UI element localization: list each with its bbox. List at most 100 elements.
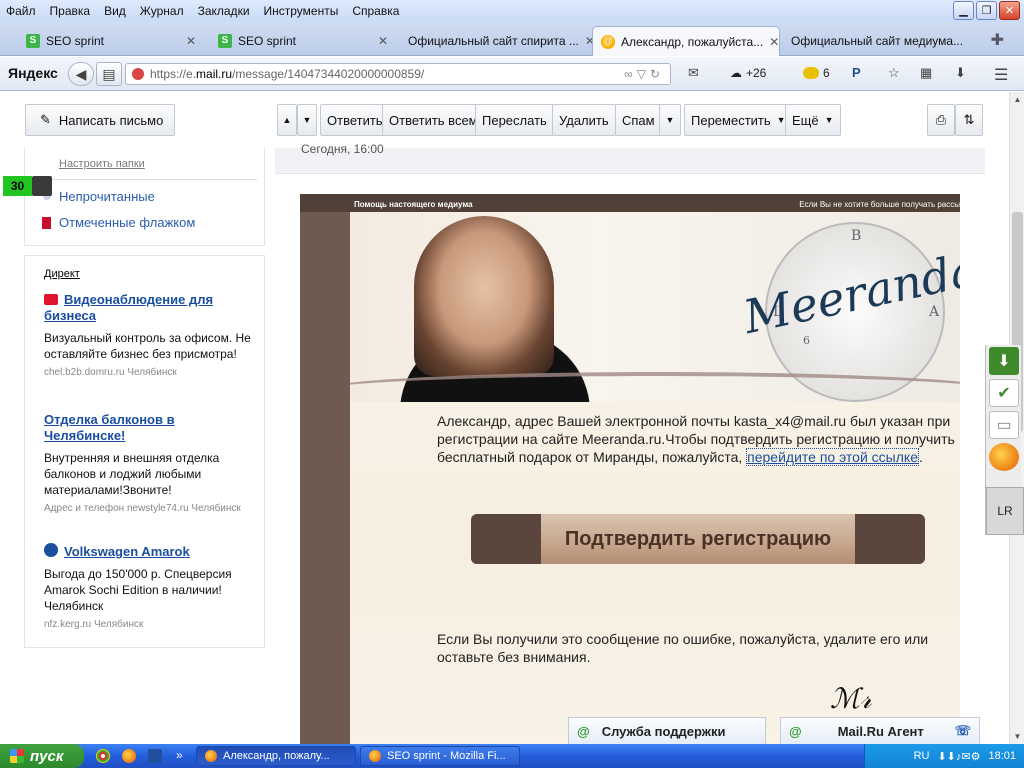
bookmarks-list-icon[interactable]: ▦ bbox=[920, 65, 932, 81]
tab-close-icon[interactable]: ✕ bbox=[769, 35, 779, 49]
maximize-icon[interactable]: ❐ bbox=[976, 1, 997, 20]
notification-icon bbox=[803, 67, 819, 79]
confirm-link[interactable]: перейдите по этой ссылке bbox=[746, 448, 919, 466]
minimize-icon[interactable]: ▁ bbox=[953, 1, 974, 20]
tab-seo-sprint-1[interactable]: S SEO sprint ✕ bbox=[18, 26, 204, 56]
address-bar[interactable]: https://e. mail.ru/message/14047344020000… bbox=[125, 63, 671, 85]
tab-label: Официальный сайт спирита ... bbox=[408, 34, 579, 48]
tab-label: Официальный сайт медиума... bbox=[791, 34, 964, 48]
tab-close-icon[interactable]: ✕ bbox=[378, 34, 388, 48]
more-label: Ещё bbox=[792, 112, 819, 128]
ad-item[interactable]: Volkswagen Amarok Выгода до 150'000 р. С… bbox=[44, 543, 254, 631]
firefox-small-icon[interactable] bbox=[32, 176, 52, 196]
menu-view[interactable]: Вид bbox=[104, 4, 126, 18]
menu-file[interactable]: Файл bbox=[6, 4, 36, 18]
menu-history[interactable]: Журнал bbox=[140, 4, 184, 18]
downloads-icon[interactable]: ⬇ bbox=[955, 65, 966, 81]
next-message-button[interactable]: ▼ bbox=[297, 104, 317, 136]
mail-notify-icon[interactable]: ✉ bbox=[688, 65, 699, 81]
unsubscribe-link[interactable]: Если Вы не хотите больше получать рассы bbox=[799, 200, 960, 209]
task-mail-window[interactable]: Александр, пожалу... bbox=[196, 746, 356, 766]
new-tab-icon[interactable]: ✚ bbox=[991, 30, 1004, 50]
weather-widget[interactable]: ☁ +26 bbox=[730, 66, 766, 80]
swap-view-button[interactable]: ⇅ bbox=[955, 104, 983, 136]
ad-title-text: Видеонаблюдение для бизнеса bbox=[44, 292, 214, 323]
tab-close-icon[interactable]: ✕ bbox=[186, 34, 196, 48]
scroll-down-icon[interactable]: ▼ bbox=[1010, 729, 1024, 744]
letter-banner: B L A 6 Meeranda bbox=[350, 212, 960, 402]
ad-source[interactable]: nfz.kerg.ru Челябинск bbox=[44, 618, 254, 631]
menu-bookmarks[interactable]: Закладки bbox=[198, 4, 250, 18]
save-disk-icon[interactable] bbox=[148, 749, 162, 763]
firefox-icon[interactable] bbox=[989, 443, 1019, 471]
direct-header[interactable]: Директ bbox=[44, 268, 80, 280]
p-extension-icon[interactable]: P bbox=[852, 65, 861, 80]
scroll-up-icon[interactable]: ▲ bbox=[1010, 92, 1024, 107]
agent-label: Mail.Ru Агент bbox=[837, 723, 924, 739]
start-button[interactable]: пуск bbox=[0, 744, 84, 768]
quicklaunch-more-icon[interactable]: » bbox=[176, 748, 183, 762]
reply-all-button[interactable]: Ответить всем bbox=[382, 104, 485, 136]
tab-mail-active[interactable]: @ Александр, пожалуйста... ✕ bbox=[592, 26, 780, 56]
more-button[interactable]: Ещё ▼ bbox=[785, 104, 841, 136]
tab-overview-button[interactable]: ▤ bbox=[96, 62, 122, 86]
folder-unread[interactable]: Непрочитанные bbox=[59, 189, 155, 204]
mail-agent-bar[interactable]: @ Mail.Ru Агент ☏ bbox=[780, 717, 980, 744]
menu-tools[interactable]: Инструменты bbox=[264, 4, 339, 18]
url-path: /message/14047344020000000859/ bbox=[232, 67, 425, 81]
dial-letter: B bbox=[851, 228, 862, 244]
menu-edit[interactable]: Правка bbox=[50, 4, 91, 18]
ad-title[interactable]: Видеонаблюдение для бизнеса bbox=[44, 292, 254, 324]
tab-spirit-site[interactable]: Официальный сайт спирита ... ✕ bbox=[400, 26, 592, 56]
counter-badge[interactable]: 30 bbox=[3, 176, 32, 196]
check-doc-icon[interactable]: ✔ bbox=[989, 379, 1019, 407]
confirm-registration-button[interactable]: Подтвердить регистрацию bbox=[471, 514, 925, 564]
back-button[interactable]: ◀ bbox=[68, 62, 94, 86]
pages-icon[interactable]: ▭ bbox=[989, 411, 1019, 439]
clock[interactable]: 18:01 bbox=[988, 750, 1016, 762]
menu-help[interactable]: Справка bbox=[352, 4, 399, 18]
chrome-icon[interactable] bbox=[96, 749, 110, 763]
lr-button[interactable]: LR bbox=[986, 487, 1024, 535]
language-indicator[interactable]: RU bbox=[914, 750, 930, 762]
folder-flagged[interactable]: Отмеченные флажком bbox=[59, 215, 195, 230]
tray-icons[interactable]: ⬇⬇♪✉⚙ bbox=[937, 750, 980, 763]
tab-close-icon[interactable]: ✕ bbox=[969, 34, 971, 48]
print-button[interactable]: ⎙ bbox=[927, 104, 955, 136]
yandex-logo[interactable]: Яндекс bbox=[8, 65, 58, 81]
task-label: Александр, пожалу... bbox=[223, 750, 330, 762]
compose-button[interactable]: ✎ Написать письмо bbox=[25, 104, 175, 136]
download-arrow-icon[interactable]: ⬇ bbox=[989, 347, 1019, 375]
ad-description: Визуальный контроль за офисом. Не оставл… bbox=[44, 331, 251, 361]
spam-button[interactable]: Спам bbox=[615, 104, 662, 136]
ad-title[interactable]: Volkswagen Amarok bbox=[44, 543, 254, 560]
tab-seo-sprint-2[interactable]: S SEO sprint ✕ bbox=[210, 26, 396, 56]
setup-folders-link[interactable]: Настроить папки bbox=[59, 158, 145, 170]
task-label: SEO sprint - Mozilla Fi... bbox=[387, 750, 506, 762]
notifications-widget[interactable]: 6 bbox=[803, 66, 830, 80]
letter-top-left-link[interactable]: Помощь настоящего медиума bbox=[354, 200, 473, 209]
menu-hamburger-icon[interactable]: ☰ bbox=[994, 65, 1008, 85]
bookmark-star-icon[interactable]: ☆ bbox=[888, 65, 900, 81]
forward-button[interactable]: Переслать bbox=[475, 104, 554, 136]
site-identity-icon[interactable] bbox=[132, 68, 144, 80]
ad-source[interactable]: chel.b2b.domru.ru Челябинск bbox=[44, 366, 254, 379]
ad-title[interactable]: Отделка балконов в Челябинске! bbox=[44, 412, 254, 444]
delete-button[interactable]: Удалить bbox=[552, 104, 616, 136]
task-seo-window[interactable]: SEO sprint - Mozilla Fi... bbox=[360, 746, 520, 766]
tab-medium-site[interactable]: Официальный сайт медиума... ✕ bbox=[783, 26, 971, 56]
spam-dropdown-button[interactable]: ▼ bbox=[659, 104, 681, 136]
reply-button[interactable]: Ответить bbox=[320, 104, 390, 136]
firefox-quicklaunch-icon[interactable] bbox=[122, 749, 136, 763]
move-button[interactable]: Переместить ▼ bbox=[684, 104, 793, 136]
prev-message-button[interactable]: ▲ bbox=[277, 104, 297, 136]
tab-close-icon[interactable]: ✕ bbox=[585, 34, 592, 48]
ad-item[interactable]: Отделка балконов в Челябинске! Внутрення… bbox=[44, 412, 254, 515]
ad-item[interactable]: Видеонаблюдение для бизнеса Визуальный к… bbox=[44, 292, 254, 379]
url-tools-icon[interactable]: ∞▽↻ bbox=[624, 67, 664, 81]
support-chat-bar[interactable]: @ Служба поддержки bbox=[568, 717, 766, 744]
close-window-icon[interactable]: ✕ bbox=[999, 1, 1020, 20]
volkswagen-logo-icon bbox=[44, 543, 58, 557]
phone-icon[interactable]: ☏ bbox=[955, 723, 971, 739]
ad-source[interactable]: Адрес и телефон newstyle74.ru Челябинск bbox=[44, 502, 254, 515]
